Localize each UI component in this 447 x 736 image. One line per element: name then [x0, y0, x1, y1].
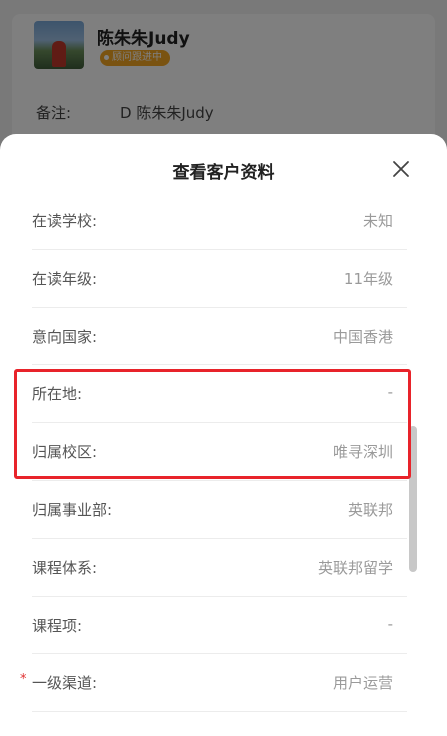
row-label: 意向国家:: [32, 327, 98, 346]
row-value: 英联邦留学: [317, 558, 393, 577]
list-item-curriculum: 课程体系: 英联邦留学: [32, 539, 407, 597]
scrollbar[interactable]: [409, 426, 417, 572]
close-button[interactable]: [388, 156, 414, 182]
row-value: 唯寻深圳: [332, 443, 393, 462]
row-value: 11年级: [343, 269, 393, 288]
list-item-location: 所在地: -: [32, 365, 407, 424]
customer-info-sheet: 查看客户资料 在读学校: 未知 在读年级: 11年级 意向国家: 中国香港 所在…: [0, 134, 447, 736]
list-item-country: 意向国家: 中国香港: [32, 308, 407, 366]
row-label: 在读年级:: [32, 269, 98, 288]
list-item-school: 在读学校: 未知: [32, 192, 407, 250]
list-item-grade: 在读年级: 11年级: [32, 250, 407, 308]
list-item-campus: 归属校区: 唯寻深圳: [32, 423, 407, 481]
row-value: 中国香港: [332, 327, 393, 346]
row-label: 课程项:: [32, 616, 83, 635]
row-value: 用户运营: [332, 674, 393, 693]
row-value: 未知: [362, 212, 393, 230]
row-label: 所在地:: [32, 385, 83, 404]
list-item-division: 归属事业部: 英联邦: [32, 481, 407, 539]
row-value: -: [387, 383, 393, 402]
row-label: 归属事业部:: [32, 500, 113, 519]
row-label: 一级渠道:: [32, 674, 98, 693]
info-list: 在读学校: 未知 在读年级: 11年级 意向国家: 中国香港 所在地: - 归属…: [20, 192, 407, 713]
row-label: 归属校区:: [32, 443, 98, 462]
row-label: 课程体系:: [32, 558, 98, 577]
row-value: 英联邦: [347, 500, 393, 519]
list-item-course: 课程项: -: [32, 597, 407, 655]
close-icon: [393, 161, 409, 177]
row-label: 在读学校:: [32, 212, 98, 230]
list-item-channel: * 一级渠道: 用户运营: [20, 654, 407, 713]
sheet-title: 查看客户资料: [172, 163, 275, 183]
row-value: -: [387, 614, 393, 633]
required-mark: *: [20, 672, 27, 688]
